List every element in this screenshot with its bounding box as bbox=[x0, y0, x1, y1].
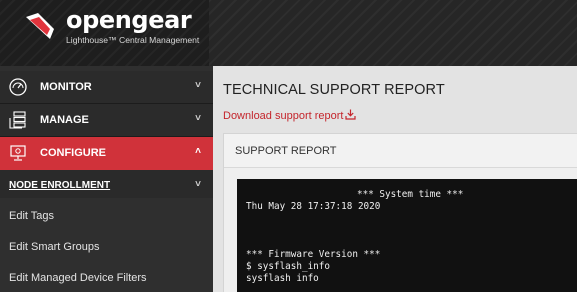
panel-header: SUPPORT REPORT bbox=[224, 134, 577, 168]
sidebar-item-edit-managed-device-filters[interactable]: Edit Managed Device Filters bbox=[0, 264, 213, 292]
sidebar-item-monitor[interactable]: MONITOR ˅ bbox=[0, 71, 213, 104]
download-report-link[interactable]: Download support report bbox=[223, 109, 357, 122]
page-title: TECHNICAL SUPPORT REPORT bbox=[223, 82, 445, 98]
brand-name: opengear bbox=[66, 6, 192, 34]
chevron-up-icon: ˄ bbox=[195, 146, 201, 157]
report-output[interactable]: *** System time *** Thu May 28 17:37:18 … bbox=[237, 179, 577, 292]
chevron-down-icon: ˅ bbox=[195, 113, 201, 124]
support-report-panel: SUPPORT REPORT *** System time *** Thu M… bbox=[223, 133, 577, 292]
top-header: opengear Lighthouse™ Central Management bbox=[0, 0, 577, 66]
chevron-down-icon: ˅ bbox=[195, 80, 201, 91]
panel-title: SUPPORT REPORT bbox=[235, 145, 337, 157]
gauge-icon bbox=[9, 78, 27, 96]
brand-subtitle: Lighthouse™ Central Management bbox=[66, 35, 200, 45]
sidebar-item-configure[interactable]: CONFIGURE ˄ bbox=[0, 137, 213, 170]
brand-area[interactable]: opengear Lighthouse™ Central Management bbox=[0, 0, 209, 66]
report-line: Thu May 28 17:37:18 2020 bbox=[246, 201, 381, 212]
header-bar bbox=[209, 0, 577, 66]
download-icon bbox=[345, 109, 357, 120]
sidebar-item-label: Edit Managed Device Filters bbox=[9, 272, 147, 284]
monitor-settings-icon bbox=[10, 145, 26, 161]
report-line: *** Firmware Version *** bbox=[246, 249, 381, 260]
sidebar-subsection-node-enrollment[interactable]: NODE ENROLLMENT ˅ bbox=[0, 170, 213, 198]
sidebar-subsection-label: NODE ENROLLMENT bbox=[9, 180, 111, 191]
download-link-label: Download support report bbox=[223, 110, 344, 122]
sidebar-item-label: Edit Tags bbox=[9, 210, 55, 222]
sidebar-item-label: MONITOR bbox=[40, 81, 92, 93]
sidebar-item-manage[interactable]: MANAGE ˅ bbox=[0, 104, 213, 137]
sidebar-item-label: CONFIGURE bbox=[40, 147, 106, 159]
sidebar-item-edit-tags[interactable]: Edit Tags bbox=[0, 202, 213, 230]
sidebar-item-label: MANAGE bbox=[40, 114, 89, 126]
server-stack-icon bbox=[9, 111, 26, 129]
opengear-logo-icon bbox=[26, 13, 54, 39]
chevron-down-icon: ˅ bbox=[195, 179, 201, 190]
sidebar-item-edit-smart-groups[interactable]: Edit Smart Groups bbox=[0, 233, 213, 261]
report-line: $ sysflash_info bbox=[246, 261, 330, 272]
sidebar-item-label: Edit Smart Groups bbox=[9, 241, 100, 253]
report-line: sysflash info bbox=[246, 273, 319, 284]
main-content: TECHNICAL SUPPORT REPORT Download suppor… bbox=[213, 66, 577, 292]
report-line: *** System time *** bbox=[357, 189, 464, 200]
sidebar: MONITOR ˅ MANAGE ˅ CONFIGURE ˄ NODE ENRO… bbox=[0, 66, 213, 292]
